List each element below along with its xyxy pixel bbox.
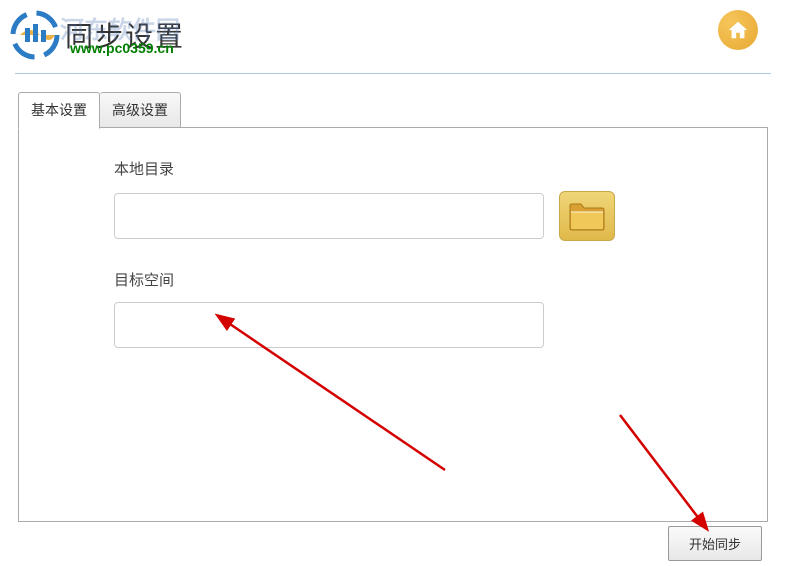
start-sync-button[interactable]: 开始同步 bbox=[668, 526, 762, 561]
target-space-label: 目标空间 bbox=[114, 269, 742, 290]
local-dir-label: 本地目录 bbox=[114, 158, 742, 179]
home-button[interactable] bbox=[718, 10, 758, 50]
target-space-input[interactable] bbox=[114, 302, 544, 348]
tab-panel-basic: 本地目录 目标空间 bbox=[18, 127, 768, 522]
watermark-text: 河东软件园 bbox=[60, 10, 180, 45]
header-divider bbox=[15, 73, 771, 74]
app-logo bbox=[10, 10, 60, 60]
folder-icon bbox=[568, 200, 606, 232]
tab-basic-settings[interactable]: 基本设置 bbox=[18, 92, 100, 129]
local-dir-input[interactable] bbox=[114, 193, 544, 239]
browse-folder-button[interactable] bbox=[559, 191, 615, 241]
tab-advanced-settings[interactable]: 高级设置 bbox=[100, 92, 181, 128]
home-icon bbox=[727, 19, 749, 41]
